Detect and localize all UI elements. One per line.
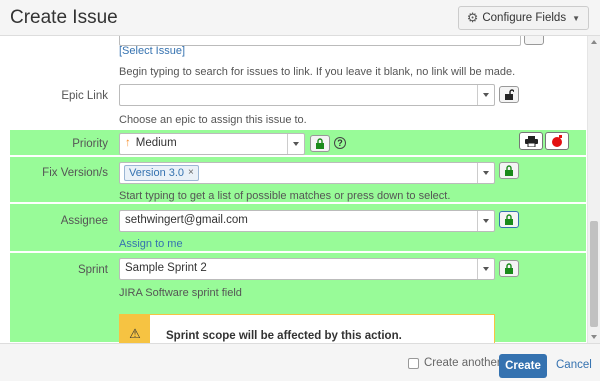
create-another-control[interactable]: Create another bbox=[408, 357, 501, 369]
arrow-up-icon: ↑ bbox=[125, 137, 131, 149]
chevron-down-icon[interactable] bbox=[477, 259, 494, 279]
scroll-up-icon[interactable] bbox=[591, 40, 597, 44]
chevron-down-icon[interactable] bbox=[477, 85, 494, 105]
assignee-select[interactable]: sethwingert@gmail.com bbox=[119, 210, 495, 232]
sprint-warning: ⚠ Sprint scope will be affected by this … bbox=[119, 314, 495, 343]
lock-icon bbox=[505, 263, 513, 274]
warning-text: Sprint scope will be affected by this ac… bbox=[166, 330, 402, 342]
chevron-down-icon[interactable] bbox=[477, 163, 494, 183]
cancel-link[interactable]: Cancel bbox=[556, 359, 592, 371]
scrollbar-thumb[interactable] bbox=[590, 221, 598, 327]
print-button[interactable] bbox=[519, 132, 543, 150]
bug-report-button[interactable] bbox=[545, 132, 569, 150]
scroll-down-icon[interactable] bbox=[591, 335, 597, 339]
priority-value: Medium bbox=[135, 137, 177, 149]
epic-link-select[interactable] bbox=[119, 84, 495, 106]
warning-icon: ⚠ bbox=[120, 315, 150, 343]
lock-icon bbox=[505, 214, 513, 225]
bug-icon bbox=[552, 135, 562, 147]
dialog-title: Create Issue bbox=[10, 7, 118, 28]
scrollbar[interactable] bbox=[587, 36, 600, 343]
select-issue-link[interactable]: [Select Issue] bbox=[119, 45, 185, 57]
epic-link-lock-button[interactable] bbox=[499, 86, 519, 103]
priority-lock-button[interactable] bbox=[310, 135, 330, 152]
create-button[interactable]: Create bbox=[499, 354, 547, 378]
configure-fields-button[interactable]: ⚙ Configure Fields ▼ bbox=[457, 6, 589, 30]
sprint-label: Sprint bbox=[77, 264, 108, 276]
create-another-checkbox[interactable] bbox=[408, 357, 419, 369]
version-tag-label: Version 3.0 bbox=[129, 167, 185, 179]
fix-version-select[interactable]: Version 3.0 × bbox=[119, 162, 495, 184]
fix-version-help: Start typing to get a list of possible m… bbox=[119, 190, 451, 202]
lock-icon bbox=[316, 138, 324, 149]
gear-icon: ⚙ bbox=[466, 10, 479, 25]
dialog-footer: Create another Create Cancel bbox=[0, 343, 600, 381]
chevron-down-icon: ▼ bbox=[572, 13, 580, 23]
fix-version-label: Fix Version/s bbox=[42, 167, 108, 179]
linked-issue-lock-button[interactable] bbox=[524, 36, 544, 45]
sprint-value: Sample Sprint 2 bbox=[125, 262, 207, 274]
epic-link-label: Epic Link bbox=[61, 90, 108, 102]
sprint-help: JIRA Software sprint field bbox=[119, 287, 242, 299]
chevron-down-icon[interactable] bbox=[477, 211, 494, 231]
assignee-label: Assignee bbox=[60, 215, 108, 227]
lock-icon bbox=[505, 165, 513, 176]
priority-label: Priority bbox=[72, 138, 108, 150]
epic-link-help: Choose an epic to assign this issue to. bbox=[119, 114, 307, 126]
printer-icon bbox=[524, 135, 538, 147]
sprint-select[interactable]: Sample Sprint 2 bbox=[119, 258, 495, 280]
linked-issue-help: Begin typing to search for issues to lin… bbox=[119, 66, 516, 78]
configure-fields-label: Configure Fields bbox=[482, 12, 567, 24]
help-icon[interactable]: ? bbox=[334, 137, 346, 149]
unlock-icon bbox=[505, 89, 514, 100]
version-tag: Version 3.0 × bbox=[124, 165, 199, 181]
create-another-label[interactable]: Create another bbox=[424, 357, 501, 369]
priority-value-wrap: ↑ Medium bbox=[125, 137, 177, 149]
chevron-down-icon[interactable] bbox=[287, 134, 304, 154]
fix-version-lock-button[interactable] bbox=[499, 162, 519, 179]
dialog-header: Create Issue ⚙ Configure Fields ▼ bbox=[0, 0, 600, 36]
assign-to-me-link[interactable]: Assign to me bbox=[119, 238, 183, 250]
priority-select[interactable]: ↑ Medium bbox=[119, 133, 305, 155]
assignee-lock-button[interactable] bbox=[499, 211, 519, 228]
remove-tag-icon[interactable]: × bbox=[188, 166, 194, 180]
sprint-lock-button[interactable] bbox=[499, 260, 519, 277]
assignee-value: sethwingert@gmail.com bbox=[125, 214, 248, 226]
dialog-content: [Select Issue] Begin typing to search fo… bbox=[0, 36, 600, 343]
